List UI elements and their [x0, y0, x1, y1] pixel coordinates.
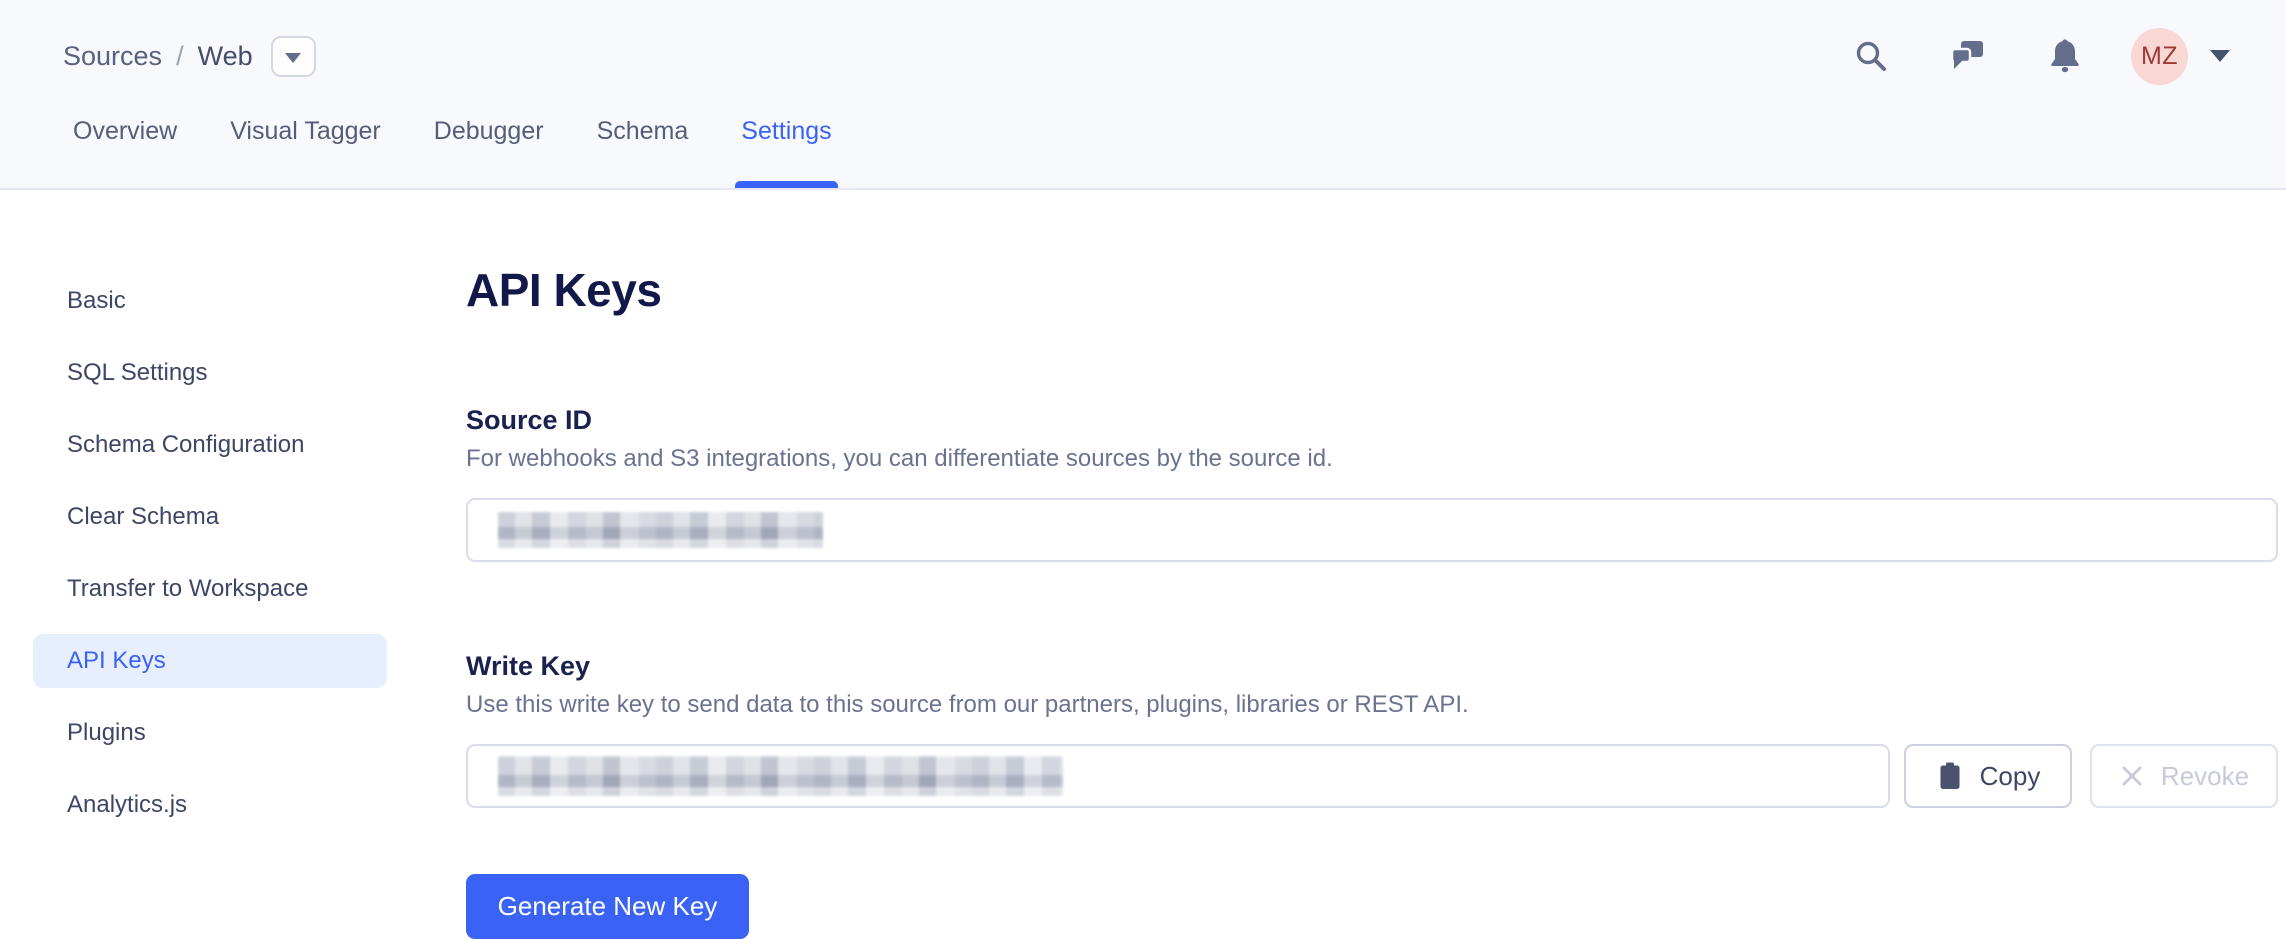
source-id-label: Source ID	[466, 404, 2286, 436]
sidebar-item-plugins[interactable]: Plugins	[33, 706, 387, 760]
revoke-write-key-button[interactable]: Revoke	[2090, 744, 2278, 808]
write-key-value-redacted	[498, 756, 1063, 796]
source-switcher-dropdown-button[interactable]	[271, 36, 316, 77]
tab-settings[interactable]: Settings	[741, 117, 831, 188]
tab-overview[interactable]: Overview	[73, 117, 177, 188]
source-id-description: For webhooks and S3 integrations, you ca…	[466, 444, 2286, 474]
revoke-button-label: Revoke	[2161, 761, 2249, 792]
api-keys-panel: API Keys Source ID For webhooks and S3 i…	[466, 190, 2286, 912]
source-id-value-redacted	[498, 512, 823, 548]
top-header: Sources / Web	[0, 0, 2286, 190]
breadcrumb: Sources / Web	[63, 36, 316, 77]
write-key-field[interactable]	[466, 744, 1890, 808]
settings-sidebar: Basic SQL Settings Schema Configuration …	[0, 190, 466, 912]
tab-schema[interactable]: Schema	[597, 117, 689, 188]
avatar[interactable]: MZ	[2131, 28, 2188, 85]
copy-write-key-button[interactable]: Copy	[1904, 744, 2072, 808]
breadcrumb-separator: /	[176, 41, 184, 72]
messages-button[interactable]	[1949, 38, 1987, 74]
header-actions: MZ	[1793, 28, 2230, 85]
chevron-down-icon	[285, 53, 301, 63]
sidebar-item-basic[interactable]: Basic	[33, 274, 387, 328]
source-id-field[interactable]	[466, 498, 2278, 562]
user-menu-chevron-down-icon[interactable]	[2210, 50, 2230, 62]
tab-visual-tagger[interactable]: Visual Tagger	[230, 117, 381, 188]
source-tabs: Overview Visual Tagger Debugger Schema S…	[73, 117, 832, 188]
write-key-label: Write Key	[466, 650, 2286, 682]
tab-debugger[interactable]: Debugger	[434, 117, 544, 188]
x-icon	[2119, 763, 2145, 789]
avatar-initials: MZ	[2141, 42, 2178, 71]
search-icon	[1853, 38, 1889, 74]
breadcrumb-sources-link[interactable]: Sources	[63, 41, 162, 72]
sidebar-item-api-keys[interactable]: API Keys	[33, 634, 387, 688]
sidebar-item-transfer-to-workspace[interactable]: Transfer to Workspace	[33, 562, 387, 616]
page-title: API Keys	[466, 264, 2286, 316]
app-root: Sources / Web	[0, 0, 2286, 914]
sidebar-item-clear-schema[interactable]: Clear Schema	[33, 490, 387, 544]
generate-new-key-button[interactable]: Generate New Key	[466, 874, 749, 939]
clipboard-icon	[1936, 761, 1964, 791]
search-button[interactable]	[1853, 38, 1889, 74]
notifications-button[interactable]	[2047, 37, 2083, 75]
write-key-description: Use this write key to send data to this …	[466, 690, 2286, 720]
speech-bubbles-icon	[1949, 38, 1987, 74]
breadcrumb-current-source[interactable]: Web	[198, 41, 253, 72]
copy-button-label: Copy	[1980, 761, 2041, 792]
bell-icon	[2047, 37, 2083, 75]
sidebar-item-schema-configuration[interactable]: Schema Configuration	[33, 418, 387, 472]
sidebar-item-analytics-js[interactable]: Analytics.js	[33, 778, 387, 832]
sidebar-item-sql-settings[interactable]: SQL Settings	[33, 346, 387, 400]
